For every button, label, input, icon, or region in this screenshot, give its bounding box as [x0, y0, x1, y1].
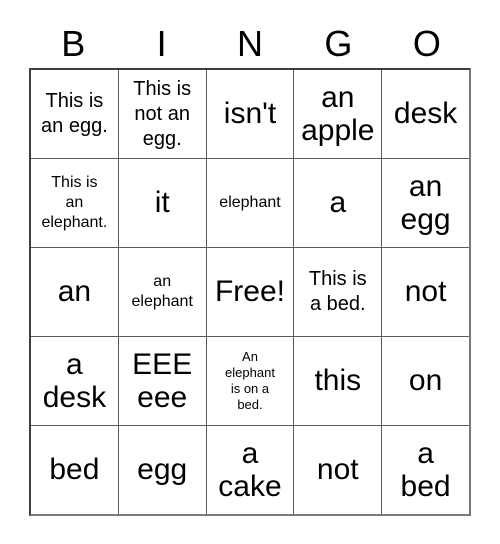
bingo-cell-text: this — [314, 364, 362, 397]
bingo-cell-text: not — [404, 275, 447, 308]
bingo-cell-text: a bed — [400, 437, 451, 503]
bingo-row: an an elephant Free! This is a bed. not — [31, 248, 469, 337]
bingo-cell-text: desk — [393, 97, 458, 130]
bingo-cell-text: This is an elephant. — [41, 174, 108, 231]
bingo-cell[interactable]: not — [294, 426, 383, 514]
bingo-cell-text: a — [329, 186, 347, 219]
bingo-cell-text: an egg — [400, 170, 451, 236]
bingo-cell[interactable]: This is an egg. — [31, 70, 119, 159]
bingo-cell[interactable]: an apple — [294, 70, 383, 159]
bingo-cell[interactable]: elephant — [206, 159, 295, 248]
bingo-cell[interactable]: This is not an egg. — [118, 70, 207, 159]
bingo-cell-text: elephant — [219, 194, 281, 211]
bingo-cell[interactable]: on — [382, 337, 469, 426]
bingo-cell-text: An elephant is on a bed. — [225, 349, 275, 412]
bingo-cell[interactable]: An elephant is on a bed. — [206, 337, 295, 426]
bingo-cell[interactable]: EEE eee — [118, 337, 207, 426]
bingo-cell-text: Free! — [214, 275, 285, 308]
bingo-cell[interactable]: This is a bed. — [294, 248, 383, 337]
bingo-header-row: B I N G O — [29, 20, 471, 68]
bingo-cell-text: bed — [49, 453, 100, 486]
bingo-cell[interactable]: bed — [31, 426, 119, 514]
bingo-cell-text: a desk — [42, 348, 107, 414]
bingo-cell-free[interactable]: Free! — [206, 248, 295, 337]
bingo-cell[interactable]: an egg — [382, 159, 469, 248]
header-letter-o: O — [412, 23, 441, 64]
bingo-cell-text: not — [316, 453, 359, 486]
bingo-cell-text: This is an egg. — [41, 90, 108, 137]
bingo-cell[interactable]: a desk — [31, 337, 119, 426]
bingo-cell-text: an apple — [301, 81, 375, 147]
header-letter-i: I — [156, 23, 167, 64]
bingo-cell-text: EEE eee — [132, 348, 193, 414]
header-letter-b: B — [61, 23, 86, 64]
bingo-cell-text: on — [408, 364, 443, 397]
bingo-cell-text: a cake — [218, 437, 282, 503]
bingo-cell-text: isn't — [223, 97, 277, 130]
bingo-cell[interactable]: an — [31, 248, 119, 337]
bingo-cell-text: an elephant — [131, 273, 193, 310]
bingo-cell[interactable]: desk — [382, 70, 469, 159]
bingo-cell[interactable]: This is an elephant. — [31, 159, 119, 248]
bingo-cell[interactable]: not — [382, 248, 469, 337]
bingo-cell-text: This is not an egg. — [133, 77, 192, 150]
header-letter-g: G — [324, 23, 353, 64]
bingo-row: This is an egg. This is not an egg. isn'… — [31, 70, 469, 159]
bingo-cell[interactable]: it — [118, 159, 207, 248]
bingo-cell-text: egg — [137, 453, 188, 486]
bingo-cell[interactable]: an elephant — [118, 248, 207, 337]
bingo-cell-text: This is a bed. — [308, 268, 367, 315]
bingo-row: a desk EEE eee An elephant is on a bed. … — [31, 337, 469, 426]
header-letter-n: N — [237, 23, 264, 64]
bingo-cell[interactable]: a cake — [206, 426, 295, 514]
bingo-card: B I N G O This is an egg. This is not an… — [29, 20, 471, 516]
bingo-cell[interactable]: egg — [118, 426, 207, 514]
bingo-cell[interactable]: a — [294, 159, 383, 248]
bingo-cell[interactable]: this — [294, 337, 383, 426]
bingo-grid: This is an egg. This is not an egg. isn'… — [29, 68, 471, 516]
bingo-cell-text: it — [154, 186, 170, 219]
bingo-row: This is an elephant. it elephant a an eg… — [31, 159, 469, 248]
bingo-cell[interactable]: isn't — [206, 70, 295, 159]
bingo-row: bed egg a cake not a bed — [31, 426, 469, 514]
bingo-cell[interactable]: a bed — [382, 426, 469, 514]
bingo-cell-text: an — [57, 275, 92, 308]
